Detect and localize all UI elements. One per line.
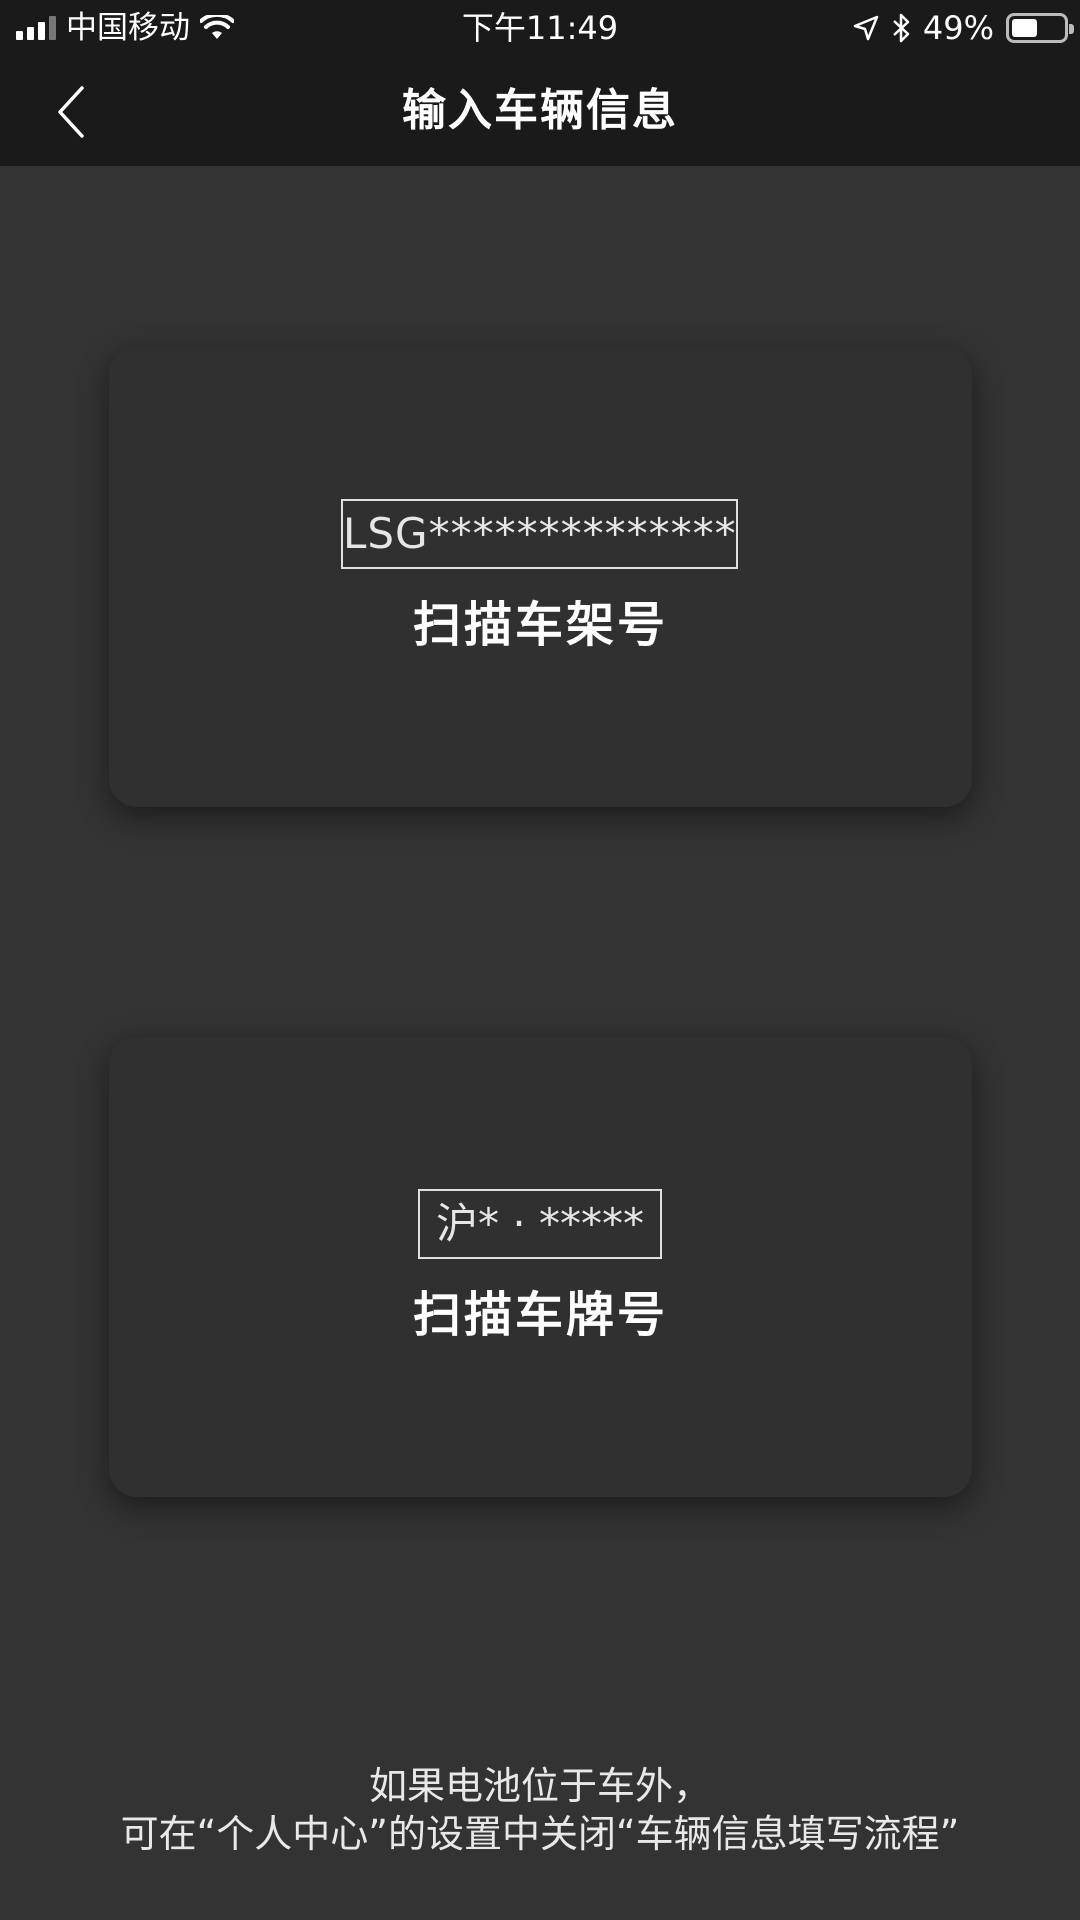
scan-vin-card[interactable]: LSG************** 扫描车架号	[109, 347, 972, 807]
footer-note: 如果电池位于车外， 可在“个人中心”的设置中关闭“车辆信息填写流程”	[0, 1762, 1080, 1858]
bluetooth-icon	[893, 13, 910, 43]
plate-sample-box: 沪* · *****	[418, 1189, 662, 1259]
status-right: 49%	[853, 0, 1074, 56]
footer-line-1: 如果电池位于车外，	[368, 1764, 711, 1808]
vin-sample-box: LSG**************	[341, 499, 738, 569]
battery-icon	[1006, 13, 1074, 43]
battery-fill	[1012, 19, 1037, 37]
location-icon	[853, 15, 879, 41]
scan-vin-label: 扫描车架号	[412, 597, 668, 653]
page-title: 输入车辆信息	[402, 85, 678, 136]
status-bar: 中国移动 下午11:49 49%	[0, 0, 1080, 56]
nav-bar: 输入车辆信息	[0, 56, 1080, 166]
scan-plate-label: 扫描车牌号	[412, 1287, 668, 1343]
footer-line-2: 可在“个人中心”的设置中关闭“车辆信息填写流程”	[120, 1812, 960, 1856]
battery-percent: 49%	[922, 9, 994, 47]
scan-plate-card[interactable]: 沪* · ***** 扫描车牌号	[109, 1037, 972, 1497]
